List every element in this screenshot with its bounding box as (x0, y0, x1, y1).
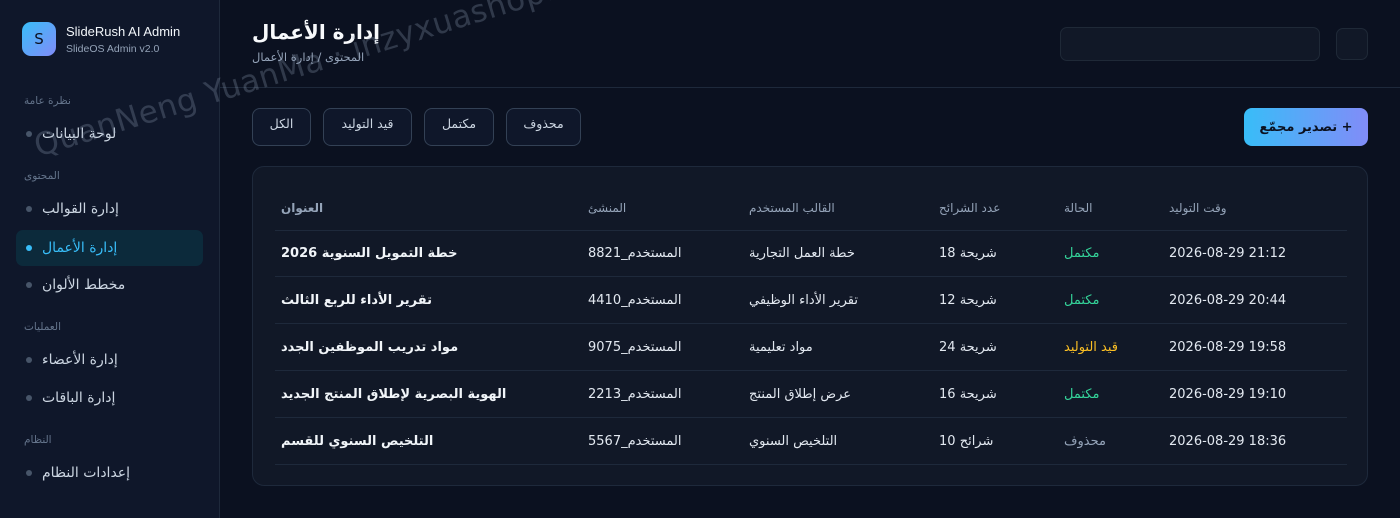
table-header-row: العنوان المنشئ القالب المستخدم عدد الشرا… (275, 184, 1347, 231)
filter-generating[interactable]: قيد التوليد (323, 108, 412, 146)
table-row[interactable]: تقرير الأداء للربع الثالث المستخدم_4410 … (275, 277, 1347, 324)
row-slides: 10 شرائح (939, 434, 994, 449)
bullet-icon (26, 131, 32, 137)
header-time[interactable]: وقت التوليد (1169, 184, 1227, 231)
nav-section-content: المحتوى (24, 170, 60, 182)
row-title: الهوية البصرية لإطلاق المنتج الجديد (281, 387, 507, 402)
sidebar-item-settings[interactable]: إعدادات النظام (16, 455, 203, 491)
row-slides: 16 شريحة (939, 387, 997, 402)
header-creator[interactable]: المنشئ (588, 184, 626, 231)
row-creator: المستخدم_4410 (588, 293, 682, 308)
header-template[interactable]: القالب المستخدم (749, 184, 835, 231)
row-creator: المستخدم_5567 (588, 434, 682, 449)
breadcrumb: المحتوى / إدارة الأعمال (252, 50, 365, 64)
status-badge: مكتمل (1064, 293, 1100, 308)
row-title: مواد تدريب الموظفين الجدد (281, 340, 459, 355)
sidebar-item-label: لوحة البيانات (42, 126, 117, 142)
sidebar: S SlideRush AI Admin SlideOS Admin v2.0 … (0, 0, 220, 518)
brand[interactable]: S SlideRush AI Admin SlideOS Admin v2.0 (22, 22, 180, 56)
header: إدارة الأعمال المحتوى / إدارة الأعمال (220, 0, 1400, 88)
row-template: مواد تعليمية (749, 340, 813, 355)
row-creator: المستخدم_2213 (588, 387, 682, 402)
row-time: 2026-08-29 19:58 (1169, 340, 1287, 355)
row-time: 2026-08-29 21:12 (1169, 246, 1287, 261)
header-slides[interactable]: عدد الشرائح (939, 184, 1000, 231)
bullet-icon (26, 357, 32, 363)
status-badge: قيد التوليد (1064, 340, 1119, 355)
bulk-export-button[interactable]: تصدير مجمّع + (1244, 108, 1368, 146)
nav-section-overview: نظرة عامة (24, 95, 71, 107)
row-title: التلخيص السنوي للقسم (281, 434, 434, 449)
sidebar-item-label: إدارة القوالب (42, 201, 119, 217)
row-template: عرض إطلاق المنتج (749, 387, 852, 402)
page-title: إدارة الأعمال (252, 20, 380, 44)
header-status[interactable]: الحالة (1064, 184, 1092, 231)
sidebar-item-label: إدارة الأعمال (42, 240, 118, 256)
works-table: العنوان المنشئ القالب المستخدم عدد الشرا… (252, 166, 1368, 486)
sidebar-item-works[interactable]: إدارة الأعمال (16, 230, 203, 266)
sidebar-item-templates[interactable]: إدارة القوالب (16, 191, 203, 227)
search-input[interactable] (1060, 27, 1320, 61)
bullet-icon (26, 282, 32, 288)
row-slides: 12 شريحة (939, 293, 997, 308)
row-creator: المستخدم_8821 (588, 246, 682, 261)
filter-all[interactable]: الكل (252, 108, 311, 146)
table-row[interactable]: مواد تدريب الموظفين الجدد المستخدم_9075 … (275, 324, 1347, 371)
bullet-icon (26, 206, 32, 212)
status-badge: مكتمل (1064, 246, 1100, 261)
sidebar-item-label: مخطط الألوان (42, 277, 126, 293)
nav-section-operations: العمليات (24, 321, 61, 333)
row-creator: المستخدم_9075 (588, 340, 682, 355)
status-badge: مكتمل (1064, 387, 1100, 402)
row-slides: 24 شريحة (939, 340, 997, 355)
sidebar-item-members[interactable]: إدارة الأعضاء (16, 342, 203, 378)
bullet-icon (26, 395, 32, 401)
header-title[interactable]: العنوان (281, 184, 323, 231)
sidebar-item-plans[interactable]: إدارة الباقات (16, 380, 203, 416)
row-template: خطة العمل التجارية (749, 246, 855, 261)
bullet-icon (26, 245, 32, 251)
row-template: التلخيص السنوي (749, 434, 838, 449)
sidebar-item-label: إدارة الأعضاء (42, 352, 118, 368)
row-time: 2026-08-29 19:10 (1169, 387, 1287, 402)
brand-logo: S (22, 22, 56, 56)
bullet-icon (26, 470, 32, 476)
brand-subtitle: SlideOS Admin v2.0 (66, 42, 160, 55)
row-time: 2026-08-29 18:36 (1169, 434, 1287, 449)
table-row[interactable]: التلخيص السنوي للقسم المستخدم_5567 التلخ… (275, 418, 1347, 465)
row-template: تقرير الأداء الوظيفي (749, 293, 858, 308)
row-slides: 18 شريحة (939, 246, 997, 261)
nav-section-system: النظام (24, 434, 52, 446)
status-badge: محذوف (1064, 434, 1106, 449)
table-row[interactable]: الهوية البصرية لإطلاق المنتج الجديد المس… (275, 371, 1347, 418)
sidebar-item-dashboard[interactable]: لوحة البيانات (16, 116, 203, 152)
sidebar-item-label: إعدادات النظام (42, 465, 131, 481)
sidebar-item-color-schemes[interactable]: مخطط الألوان (16, 267, 203, 303)
brand-name: SlideRush AI Admin (66, 23, 181, 39)
table-row[interactable]: خطة التمويل السنوية 2026 المستخدم_8821 خ… (275, 230, 1347, 277)
row-title: خطة التمويل السنوية 2026 (281, 246, 458, 261)
filter-completed[interactable]: مكتمل (424, 108, 494, 146)
header-action-button[interactable] (1336, 28, 1368, 60)
sidebar-item-label: إدارة الباقات (42, 390, 116, 406)
row-title: تقرير الأداء للربع الثالث (281, 293, 432, 308)
row-time: 2026-08-29 20:44 (1169, 293, 1287, 308)
filter-deleted[interactable]: محذوف (506, 108, 581, 146)
